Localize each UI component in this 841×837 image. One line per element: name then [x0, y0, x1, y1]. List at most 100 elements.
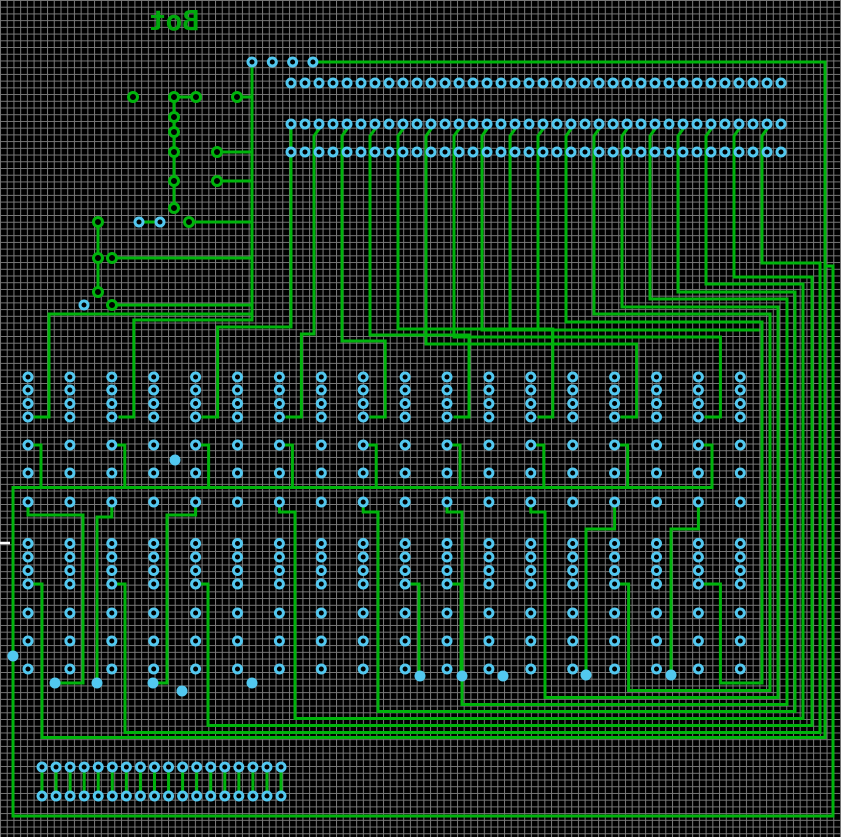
cyan-pad [733, 146, 745, 158]
cyan-pad [64, 371, 76, 383]
cyan-pad [399, 538, 411, 549]
green-pad [231, 91, 243, 103]
cyan-pad [232, 538, 243, 549]
cyan-pad [369, 118, 381, 130]
cyan-pad [22, 384, 34, 396]
cyan-pad [22, 439, 34, 451]
cyan-pad [247, 790, 259, 802]
cyan-pad [397, 118, 409, 130]
cyan-pad [92, 790, 104, 802]
cyan-pad [692, 538, 704, 549]
cyan-pad [495, 118, 507, 130]
cyan-pad [273, 467, 285, 479]
cyan-pad [593, 118, 605, 130]
cyan-pad [609, 496, 621, 508]
cyan-pad [441, 439, 453, 451]
cyan-pad [191, 790, 203, 802]
cyan-pad [537, 77, 549, 89]
cyan-pad [399, 635, 411, 647]
cyan-pad [483, 411, 495, 423]
cyan-pad [106, 578, 118, 590]
cyan-pad [148, 761, 160, 773]
filled-via [7, 650, 19, 662]
cyan-pad [191, 761, 203, 773]
cyan-pad [651, 663, 662, 675]
cyan-pad [705, 77, 717, 89]
cyan-pad [357, 551, 369, 563]
cyan-pad [635, 118, 647, 130]
cyan-pad [369, 77, 381, 89]
cyan-pad [275, 761, 287, 773]
cyan-pad [357, 607, 369, 619]
cyan-pad [315, 371, 327, 383]
cyan-pad [190, 607, 202, 619]
cyan-pad [593, 146, 605, 158]
cyan-pad [285, 77, 297, 89]
cyan-pad [148, 578, 160, 590]
cyan-pad [313, 118, 325, 130]
cyan-pad [651, 551, 662, 563]
cyan-pad [651, 538, 662, 549]
cyan-pad [551, 118, 563, 130]
cyan-pad [734, 439, 746, 451]
cyan-pad [481, 146, 493, 158]
cyan-pad [106, 551, 118, 563]
pcb-board-svg[interactable]: Bot [0, 0, 841, 837]
cyan-pad [537, 118, 549, 130]
cyan-pad [525, 411, 537, 423]
cyan-pad [315, 538, 327, 549]
cyan-pad [22, 578, 34, 590]
cyan-pad [651, 607, 662, 619]
cyan-pad [315, 398, 327, 409]
cyan-pad [733, 118, 745, 130]
green-pad [92, 286, 104, 298]
cyan-pad [383, 146, 395, 158]
filled-via [665, 669, 677, 681]
cyan-pad [399, 411, 411, 423]
cyan-pad [327, 77, 339, 89]
cyan-pad [441, 398, 453, 409]
cyan-pad [273, 398, 285, 409]
cyan-pad [567, 578, 579, 590]
cyan-pad [357, 496, 369, 508]
cyan-pad [357, 411, 369, 423]
cyan-pad [399, 578, 411, 590]
cyan-pad [495, 77, 507, 89]
cyan-pad [190, 384, 202, 396]
cyan-pad [232, 635, 243, 647]
cyan-pad [677, 146, 689, 158]
cyan-pad [441, 411, 453, 423]
cyan-pad [567, 607, 579, 619]
cyan-pad [441, 551, 453, 563]
cyan-pad [621, 146, 633, 158]
cyan-pad [315, 578, 327, 590]
cyan-pad [285, 118, 297, 130]
cyan-pad [64, 663, 76, 675]
filled-via [580, 669, 592, 681]
cyan-pad [106, 790, 118, 802]
cyan-pad [133, 216, 145, 228]
pcb-editor-canvas[interactable]: Bot [0, 0, 841, 837]
cyan-pad [567, 551, 579, 563]
cyan-pad [551, 146, 563, 158]
cyan-pad [453, 77, 465, 89]
cyan-pad [148, 538, 160, 549]
cyan-pad [190, 538, 202, 549]
cyan-pad [441, 635, 453, 647]
cyan-pad [439, 146, 451, 158]
cyan-pad [287, 56, 299, 68]
cyan-pad [734, 578, 746, 590]
filled-via [246, 677, 258, 689]
cyan-pad [509, 118, 521, 130]
cyan-pad [609, 538, 621, 549]
cyan-pad [78, 790, 90, 802]
cyan-pad [425, 77, 437, 89]
cyan-pad [692, 565, 704, 576]
cyan-pad [609, 607, 621, 619]
cyan-pad [609, 635, 621, 647]
cyan-pad [341, 77, 353, 89]
cyan-pad [64, 384, 76, 396]
cyan-pad [483, 467, 495, 479]
cyan-pad [399, 663, 411, 675]
cyan-pad [481, 77, 493, 89]
